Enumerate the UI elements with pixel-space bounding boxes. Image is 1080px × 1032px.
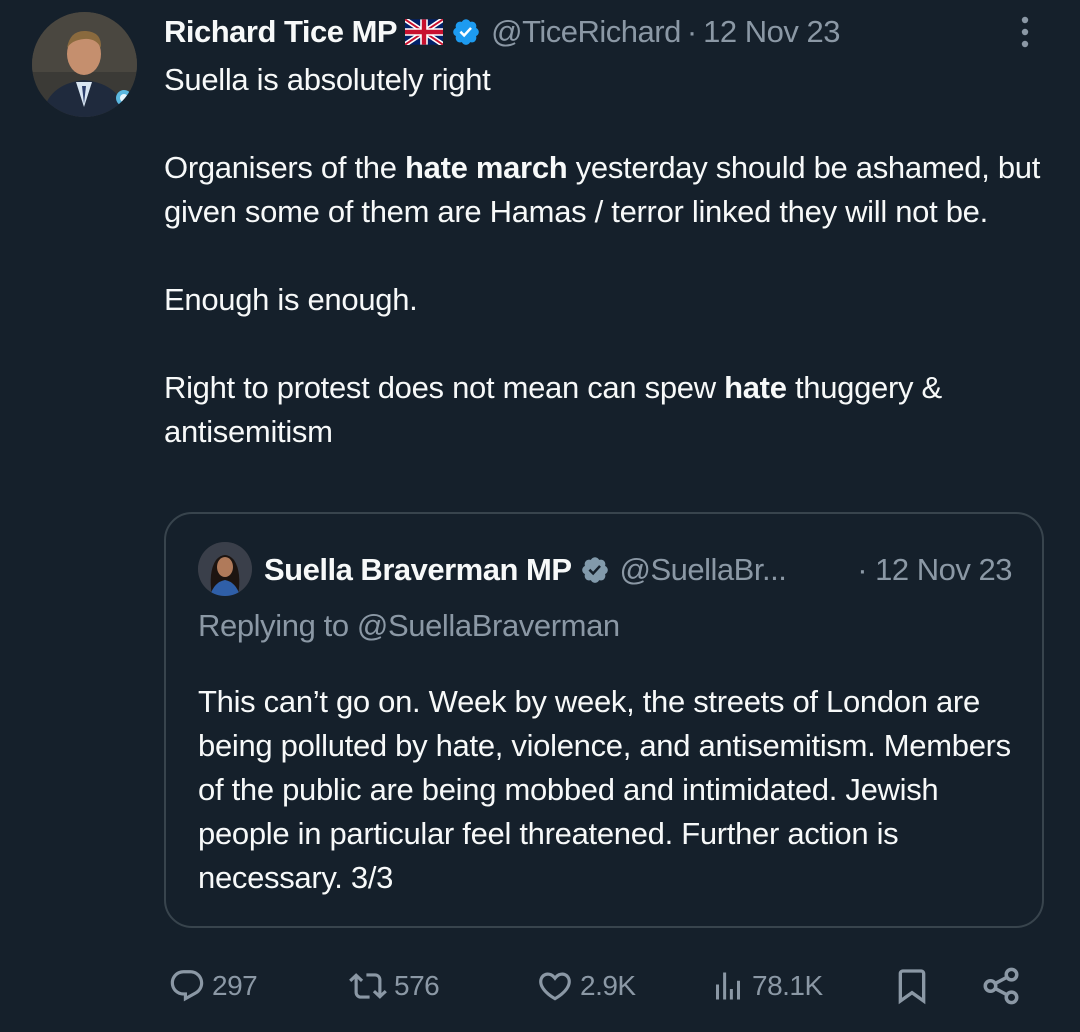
gov-verified-badge-icon[interactable] — [580, 555, 610, 585]
reply-icon — [170, 970, 204, 1002]
share-button[interactable] — [980, 962, 1022, 1010]
reply-button[interactable]: 297 — [168, 962, 258, 1010]
author-handle[interactable]: @TiceRichard — [491, 14, 681, 50]
views-count: 78.1K — [752, 970, 823, 1001]
replying-to-text[interactable]: Replying to @SuellaBraverman — [198, 608, 620, 644]
like-count: 2.9K — [580, 970, 636, 1001]
quoted-author-name[interactable]: Suella Braverman MP — [264, 552, 572, 588]
tweet-text-segment: Right to protest does not mean can spew — [164, 370, 725, 405]
repost-count: 576 — [394, 970, 440, 1001]
tweet-header: Richard Tice MP @TiceRichard · 12 Nov 23 — [164, 12, 840, 52]
quoted-author-handle[interactable]: @SuellaBr... — [620, 552, 787, 588]
quoted-tweet-card[interactable]: Suella Braverman MP @SuellaBr... · 12 No… — [164, 512, 1044, 928]
views-button[interactable]: 78.1K — [710, 962, 823, 1010]
tweet-body: Suella is absolutely right Organisers of… — [164, 58, 1044, 454]
repost-icon — [349, 973, 387, 999]
quoted-author-avatar[interactable] — [198, 542, 252, 596]
repost-button[interactable]: 576 — [348, 962, 440, 1010]
verified-badge-icon[interactable] — [451, 17, 481, 47]
uk-flag-icon — [403, 17, 445, 47]
bookmark-icon — [898, 969, 926, 1005]
tweet-date[interactable]: 12 Nov 23 — [703, 14, 840, 50]
quoted-tweet-date[interactable]: · 12 Nov 23 — [857, 550, 1012, 590]
more-options-icon[interactable] — [1010, 14, 1040, 50]
like-button[interactable]: 2.9K — [536, 962, 636, 1010]
bookmark-button[interactable] — [892, 962, 932, 1010]
tweet-line-1: Suella is absolutely right — [164, 62, 491, 97]
tweet-paragraph-2: Organisers of the hate march yesterday s… — [164, 146, 1044, 234]
reply-count: 297 — [212, 970, 258, 1001]
quoted-tweet-text: This can’t go on. Week by week, the stre… — [198, 684, 1011, 895]
tweet-action-bar: 297 576 2.9K 78.1K — [164, 962, 1044, 1010]
tweet-paragraph-3: Enough is enough. — [164, 282, 418, 317]
quoted-tweet-header: Suella Braverman MP @SuellaBr... — [264, 550, 787, 590]
tweet-paragraph-4: Right to protest does not mean can spew … — [164, 366, 1044, 454]
tweet-bold-segment: hate march — [405, 150, 568, 185]
author-avatar[interactable] — [32, 12, 137, 117]
share-icon — [983, 967, 1019, 1005]
tweet-bold-segment: hate — [724, 370, 787, 405]
author-photo — [32, 12, 137, 117]
separator-dot: · — [686, 14, 698, 49]
tweet-text-segment: Organisers of the — [164, 150, 405, 185]
quoted-author-photo — [198, 542, 252, 596]
heart-icon — [539, 972, 571, 1001]
author-name[interactable]: Richard Tice MP — [164, 14, 398, 50]
views-chart-icon — [716, 972, 740, 1000]
